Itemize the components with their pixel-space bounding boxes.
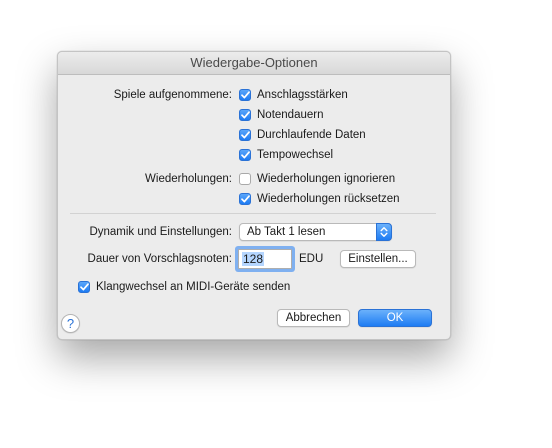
checkbox-ignore-repeats-label: Wiederholungen ignorieren — [257, 173, 396, 185]
checkbox-tempo-changes[interactable]: Tempowechsel — [239, 149, 333, 161]
checkbox-reset-repeats[interactable]: Wiederholungen rücksetzen — [239, 193, 400, 205]
grace-duration-unit: EDU — [299, 253, 324, 265]
ok-button[interactable]: OK — [358, 309, 432, 327]
checkbox-unchecked-icon — [239, 173, 251, 185]
checkbox-continuous-data-label: Durchlaufende Daten — [257, 129, 366, 141]
dynamics-selected-value: Ab Takt 1 lesen — [247, 226, 326, 238]
checkbox-tempo-changes-label: Tempowechsel — [257, 149, 334, 161]
recorded-label: Spiele aufgenommene: — [113, 89, 232, 101]
dynamics-label: Dynamik und Einstellungen: — [89, 226, 232, 238]
grace-duration-value: 128 — [242, 252, 265, 266]
grace-duration-label: Dauer von Vorschlagsnoten: — [87, 253, 232, 265]
up-down-chevron-icon — [376, 223, 392, 241]
separator — [70, 213, 436, 214]
checkbox-checked-icon — [239, 193, 251, 205]
checkbox-velocities-label: Anschlagsstärken — [257, 89, 348, 101]
window-title: Wiedergabe-Optionen — [58, 52, 450, 75]
checkbox-reset-repeats-label: Wiederholungen rücksetzen — [257, 193, 400, 205]
checkbox-checked-icon — [239, 109, 251, 121]
checkbox-send-patch-changes[interactable]: Klangwechsel an MIDI-Geräte senden — [78, 281, 290, 293]
playback-options-dialog: Wiedergabe-Optionen Spiele aufgenommene:… — [57, 51, 451, 340]
cancel-button[interactable]: Abbrechen — [277, 309, 350, 327]
settings-button[interactable]: Einstellen... — [340, 250, 416, 268]
checkbox-durations-label: Notendauern — [257, 109, 324, 121]
checkbox-continuous-data[interactable]: Durchlaufende Daten — [239, 129, 366, 141]
repeats-label: Wiederholungen: — [145, 173, 232, 185]
checkbox-velocities[interactable]: Anschlagsstärken — [239, 89, 348, 101]
checkbox-checked-icon — [239, 129, 251, 141]
checkbox-ignore-repeats[interactable]: Wiederholungen ignorieren — [239, 173, 395, 185]
checkbox-durations[interactable]: Notendauern — [239, 109, 324, 121]
dynamics-popup[interactable]: Ab Takt 1 lesen — [239, 223, 392, 241]
checkbox-checked-icon — [78, 281, 90, 293]
checkbox-checked-icon — [239, 89, 251, 101]
checkbox-send-patch-changes-label: Klangwechsel an MIDI-Geräte senden — [96, 281, 291, 293]
help-button[interactable]: ? — [61, 314, 80, 333]
checkbox-checked-icon — [239, 149, 251, 161]
grace-duration-input[interactable]: 128 — [238, 249, 292, 269]
